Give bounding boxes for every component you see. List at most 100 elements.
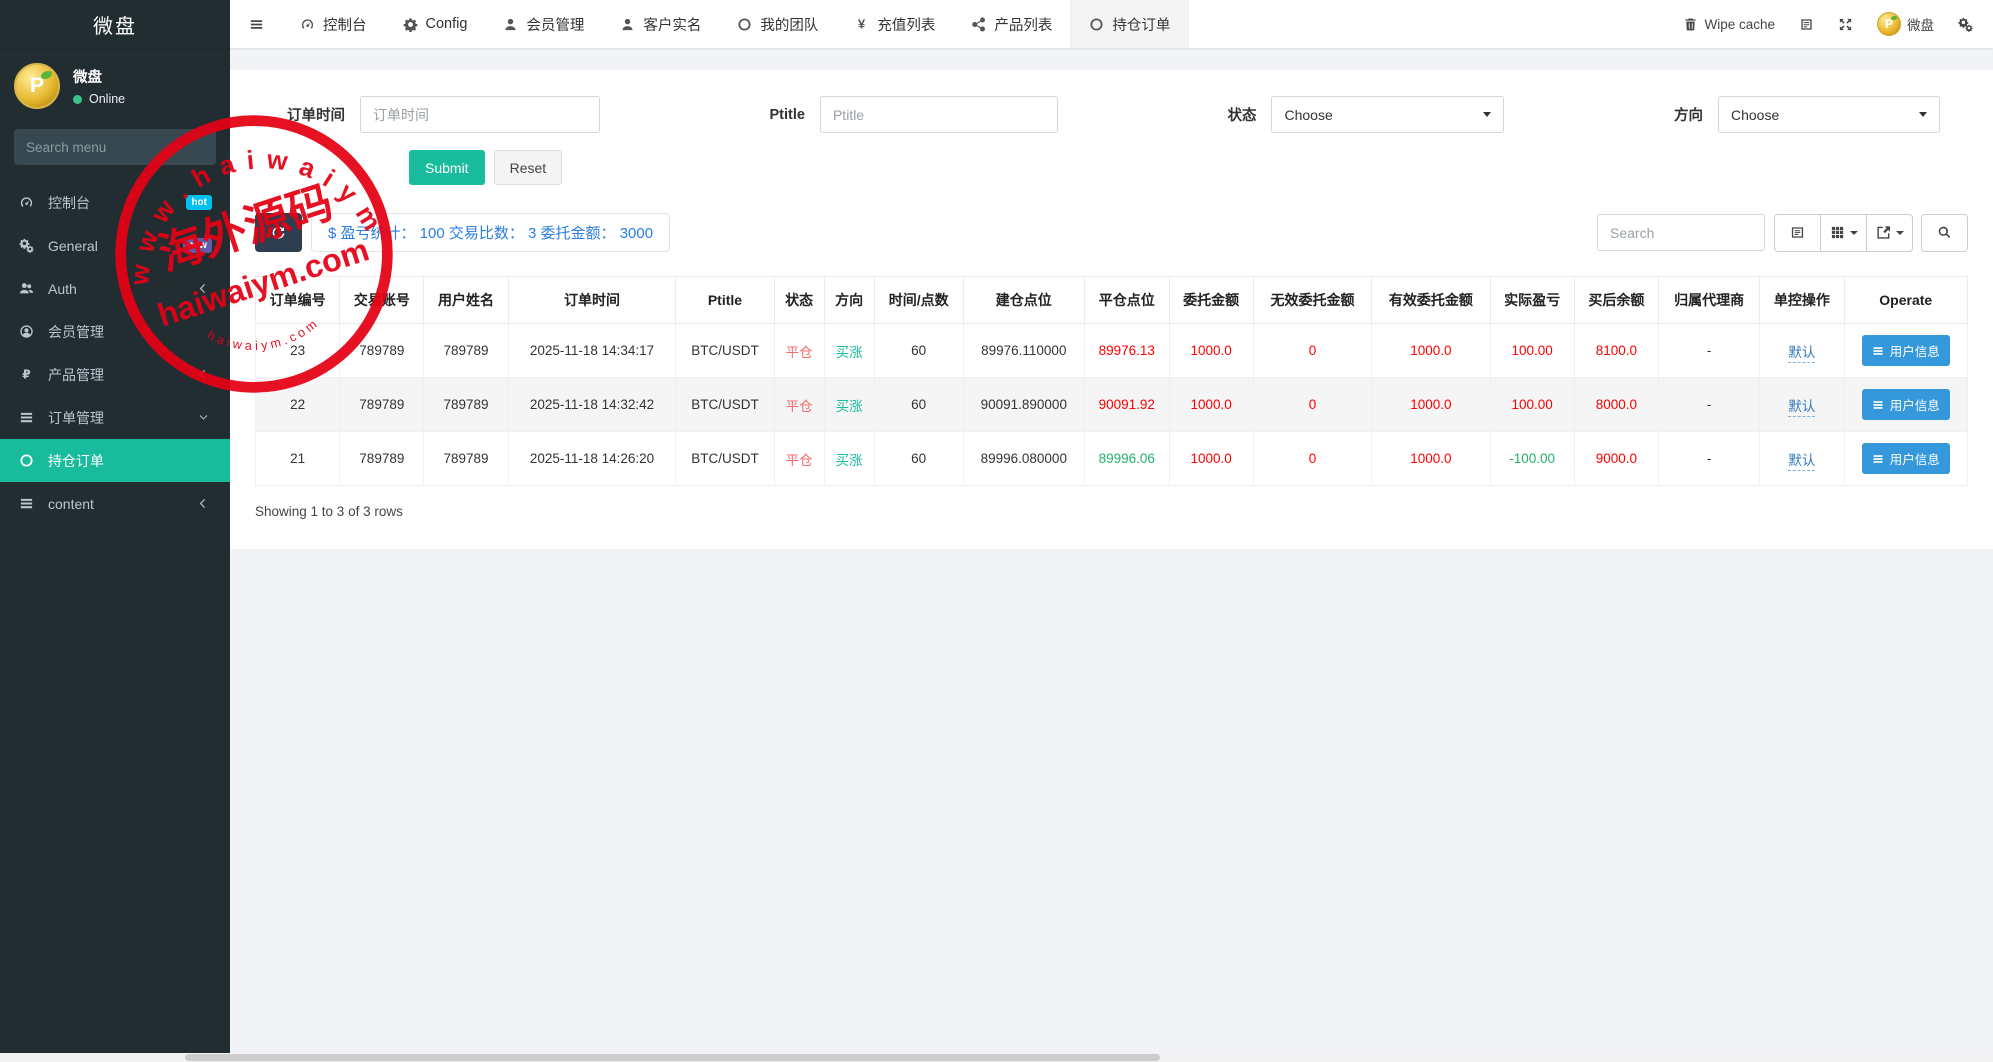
sidebar-search-input[interactable] [14, 129, 215, 165]
language-button[interactable] [1799, 17, 1814, 32]
tab-my-team[interactable]: 我的团队 [719, 0, 836, 48]
tab-member-manage[interactable]: 会员管理 [485, 0, 602, 48]
table-header-cell: 订单时间 [508, 277, 676, 324]
fullscreen-button[interactable] [1838, 17, 1853, 32]
sidebar-item-position-orders[interactable]: 持仓订单 [0, 439, 230, 482]
table-header-cell: 状态 [774, 277, 824, 324]
table-view-buttons [1774, 214, 1913, 252]
single-control-link[interactable]: 默认 [1788, 399, 1815, 417]
tab-label: 产品列表 [994, 14, 1052, 35]
table-cell: 1000.0 [1169, 378, 1253, 432]
sidebar-item-order-manage[interactable]: 订单管理 [0, 396, 230, 439]
table-cell: 21 [256, 432, 340, 486]
table-cell: 用户信息 [1844, 378, 1967, 432]
new-badge: new [183, 238, 212, 253]
refresh-button[interactable] [255, 213, 302, 252]
user-menu-label: 微盘 [1907, 14, 1934, 34]
table-cell: 100.00 [1490, 378, 1574, 432]
sidebar-item-member-manage[interactable]: 会员管理 [0, 310, 230, 353]
sidebar-item-content[interactable]: content [0, 482, 230, 525]
tab-dashboard[interactable]: 控制台 [282, 0, 385, 48]
sidebar-search-button[interactable] [215, 129, 216, 165]
table-header-cell: 买后余额 [1574, 277, 1658, 324]
table-cell: 60 [874, 324, 963, 378]
language-icon [1799, 17, 1814, 32]
main-content: 订单时间 Ptitle 状态 Choose 方向 Choose [230, 48, 1993, 1062]
sidebar-toggle-button[interactable] [230, 0, 282, 48]
refresh-icon [271, 225, 286, 240]
table-cell: 23 [256, 324, 340, 378]
table-header-cell: 归属代理商 [1659, 277, 1760, 324]
list-icon [18, 410, 35, 425]
svg-text:¥: ¥ [858, 17, 866, 32]
sidebar-item-label: Auth [48, 281, 77, 297]
search-toggle-button[interactable] [1921, 214, 1968, 252]
circle-icon [737, 17, 752, 32]
filter-form: 订单时间 Ptitle 状态 Choose 方向 Choose [255, 96, 1968, 133]
tab-recharge-list[interactable]: ¥ 充值列表 [836, 0, 953, 48]
order-time-input[interactable] [360, 96, 600, 133]
ptitle-input[interactable] [820, 96, 1058, 133]
brand-logo: 微盘 [0, 0, 230, 48]
scrollbar-thumb[interactable] [185, 1054, 1160, 1061]
nav-tabs: 控制台 Config会员管理客户实名我的团队 ¥ 充值列表 产品列表持仓订单 [282, 0, 1189, 48]
table-header-cell: Ptitle [676, 277, 774, 324]
settings-button[interactable] [1958, 17, 1973, 32]
table-cell: BTC/USDT [676, 378, 774, 432]
order-time-label: 订单时间 [287, 104, 345, 125]
circle-icon [1089, 17, 1104, 32]
pagination-toggle-button[interactable] [1774, 214, 1821, 252]
table-cell: 买涨 [824, 432, 874, 486]
tab-label: 控制台 [323, 14, 367, 35]
grid-icon [1830, 225, 1845, 240]
tab-label: 充值列表 [877, 14, 935, 35]
wipe-cache-button[interactable]: Wipe cache [1683, 17, 1775, 32]
table-cell: 789789 [424, 432, 508, 486]
sidebar-item-product-manage[interactable]: ₽产品管理 [0, 353, 230, 396]
list-icon [1872, 453, 1884, 465]
chevron-down-icon [1850, 231, 1858, 235]
sidebar-item-general[interactable]: Generalnew [0, 224, 230, 267]
user-menu[interactable]: P 微盘 [1877, 12, 1934, 36]
nodes-icon [971, 17, 986, 32]
single-control-link[interactable]: 默认 [1788, 453, 1815, 471]
users-icon [18, 281, 35, 296]
export-button[interactable] [1866, 214, 1913, 252]
table-cell: 89996.080000 [963, 432, 1084, 486]
submit-button[interactable]: Submit [409, 150, 485, 185]
tab-config[interactable]: Config [385, 0, 486, 48]
sidebar-search [14, 129, 216, 165]
orders-table: 订单编号交易账号用户姓名订单时间Ptitle状态方向时间/点数建仓点位平仓点位委… [255, 276, 1968, 486]
status-select[interactable]: Choose [1271, 96, 1504, 133]
tab-customer-kyc[interactable]: 客户实名 [602, 0, 719, 48]
sidebar-item-auth[interactable]: Auth [0, 267, 230, 310]
user-circle-icon [18, 324, 35, 339]
columns-button[interactable] [1820, 214, 1867, 252]
sidebar-item-dashboard[interactable]: 控制台hot [0, 181, 230, 224]
single-control-link[interactable]: 默认 [1788, 345, 1815, 363]
user-info-button[interactable]: 用户信息 [1862, 443, 1950, 474]
table-cell: 1000.0 [1169, 324, 1253, 378]
sidebar-user-panel: P 微盘 Online [0, 48, 230, 121]
table-header-cell: Operate [1844, 277, 1967, 324]
table-header-cell: 无效委托金额 [1253, 277, 1371, 324]
table-search-input[interactable] [1597, 214, 1765, 251]
navbar-right: Wipe cache P 微盘 [1683, 0, 1993, 48]
table-header-cell: 交易账号 [340, 277, 424, 324]
user-info-button[interactable]: 用户信息 [1862, 335, 1950, 366]
avatar: P [1877, 12, 1901, 36]
horizontal-scrollbar[interactable] [0, 1053, 1993, 1062]
table-cell: 8000.0 [1574, 378, 1658, 432]
chevron-down-icon [1483, 112, 1491, 117]
tab-position-orders[interactable]: 持仓订单 [1070, 0, 1189, 48]
reset-button[interactable]: Reset [494, 150, 563, 185]
table-cell: 平仓 [774, 432, 824, 486]
gauge-icon [18, 195, 35, 210]
table-cell: BTC/USDT [676, 324, 774, 378]
user-info-button[interactable]: 用户信息 [1862, 389, 1950, 420]
table-cell: 1000.0 [1372, 378, 1490, 432]
tab-product-list[interactable]: 产品列表 [953, 0, 1070, 48]
table-cell: 默认 [1760, 378, 1844, 432]
direction-select[interactable]: Choose [1718, 96, 1940, 133]
search-icon [215, 138, 216, 153]
